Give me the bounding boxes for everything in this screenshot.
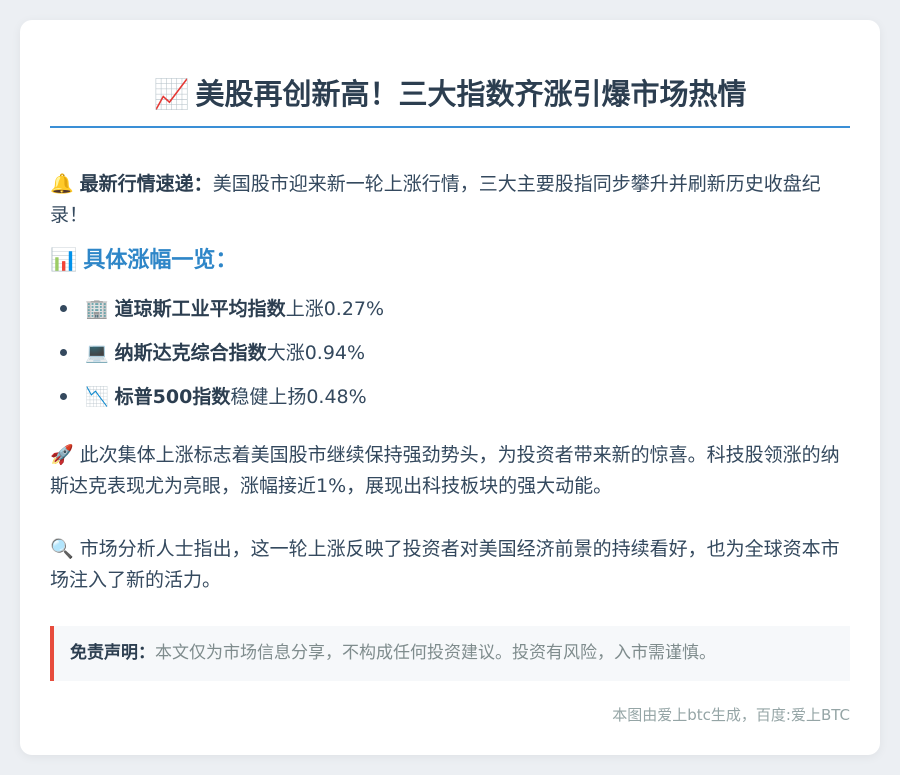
- disclaimer-text: 本文仅为市场信息分享，不构成任何投资建议。投资有风险，入市需谨慎。: [155, 643, 716, 663]
- section-heading: 📊 具体涨幅一览：: [50, 244, 237, 278]
- intro-paragraph: 🔔 最新行情速递：美国股市迎来新一轮上涨行情，三大主要股指同步攀升并刷新历史收盘纪…: [50, 169, 850, 231]
- footer-credit: 本图由爱上btc生成，百度:爱上BTC: [612, 706, 850, 724]
- bar-chart-icon: 📊: [50, 248, 78, 273]
- index-change: 上涨0.27%: [285, 298, 385, 320]
- rocket-icon: 🚀: [50, 444, 74, 466]
- analysis-paragraph-2: 🔍 市场分析人士指出，这一轮上涨反映了投资者对美国经济前景的持续看好，也为全球资本…: [50, 534, 850, 596]
- magnifying-glass-icon: 🔍: [50, 538, 74, 560]
- bullet-icon: [60, 393, 67, 400]
- index-change: 稳健上扬0.48%: [230, 386, 367, 408]
- disclaimer-box: 免责声明：本文仅为市场信息分享，不构成任何投资建议。投资有风险，入市需谨慎。: [50, 626, 850, 681]
- list-item: 📉 标普500指数稳健上扬0.48%: [50, 380, 384, 424]
- page-title-text: 美股再创新高！三大指数齐涨引爆市场热情: [195, 77, 747, 111]
- chart-decreasing-icon: 📉: [85, 386, 109, 408]
- index-change: 大涨0.94%: [266, 342, 366, 364]
- analysis-text-2: 市场分析人士指出，这一轮上涨反映了投资者对美国经济前景的持续看好，也为全球资本市…: [50, 538, 840, 591]
- disclaimer-label: 免责声明：: [70, 643, 155, 663]
- article-card: 📈 美股再创新高！三大指数齐涨引爆市场热情 🔔 最新行情速递：美国股市迎来新一轮上涨…: [20, 20, 880, 755]
- index-list: 🏢 道琼斯工业平均指数上涨0.27% 💻 纳斯达克综合指数大涨0.94% 📉 标普50…: [50, 292, 384, 424]
- office-building-icon: 🏢: [85, 298, 109, 320]
- bell-icon: 🔔: [50, 173, 74, 195]
- analysis-text-1: 此次集体上涨标志着美国股市继续保持强劲势头，为投资者带来新的惊喜。科技股领涨的纳…: [50, 444, 840, 497]
- index-name: 道琼斯工业平均指数: [114, 298, 286, 320]
- section-heading-text: 具体涨幅一览：: [83, 248, 238, 273]
- list-item: 💻 纳斯达克综合指数大涨0.94%: [50, 336, 384, 380]
- laptop-icon: 💻: [85, 342, 109, 364]
- chart-increasing-icon: 📈: [153, 77, 190, 111]
- index-name: 标普500指数: [114, 386, 231, 408]
- title-bar: 📈 美股再创新高！三大指数齐涨引爆市场热情: [50, 72, 850, 128]
- analysis-paragraph-1: 🚀 此次集体上涨标志着美国股市继续保持强劲势头，为投资者带来新的惊喜。科技股领涨的…: [50, 440, 850, 502]
- page-title: 📈 美股再创新高！三大指数齐涨引爆市场热情: [50, 72, 850, 116]
- list-item: 🏢 道琼斯工业平均指数上涨0.27%: [50, 292, 384, 336]
- bullet-icon: [60, 305, 67, 312]
- index-name: 纳斯达克综合指数: [114, 342, 267, 364]
- intro-lead: 最新行情速递：: [79, 173, 213, 195]
- bullet-icon: [60, 349, 67, 356]
